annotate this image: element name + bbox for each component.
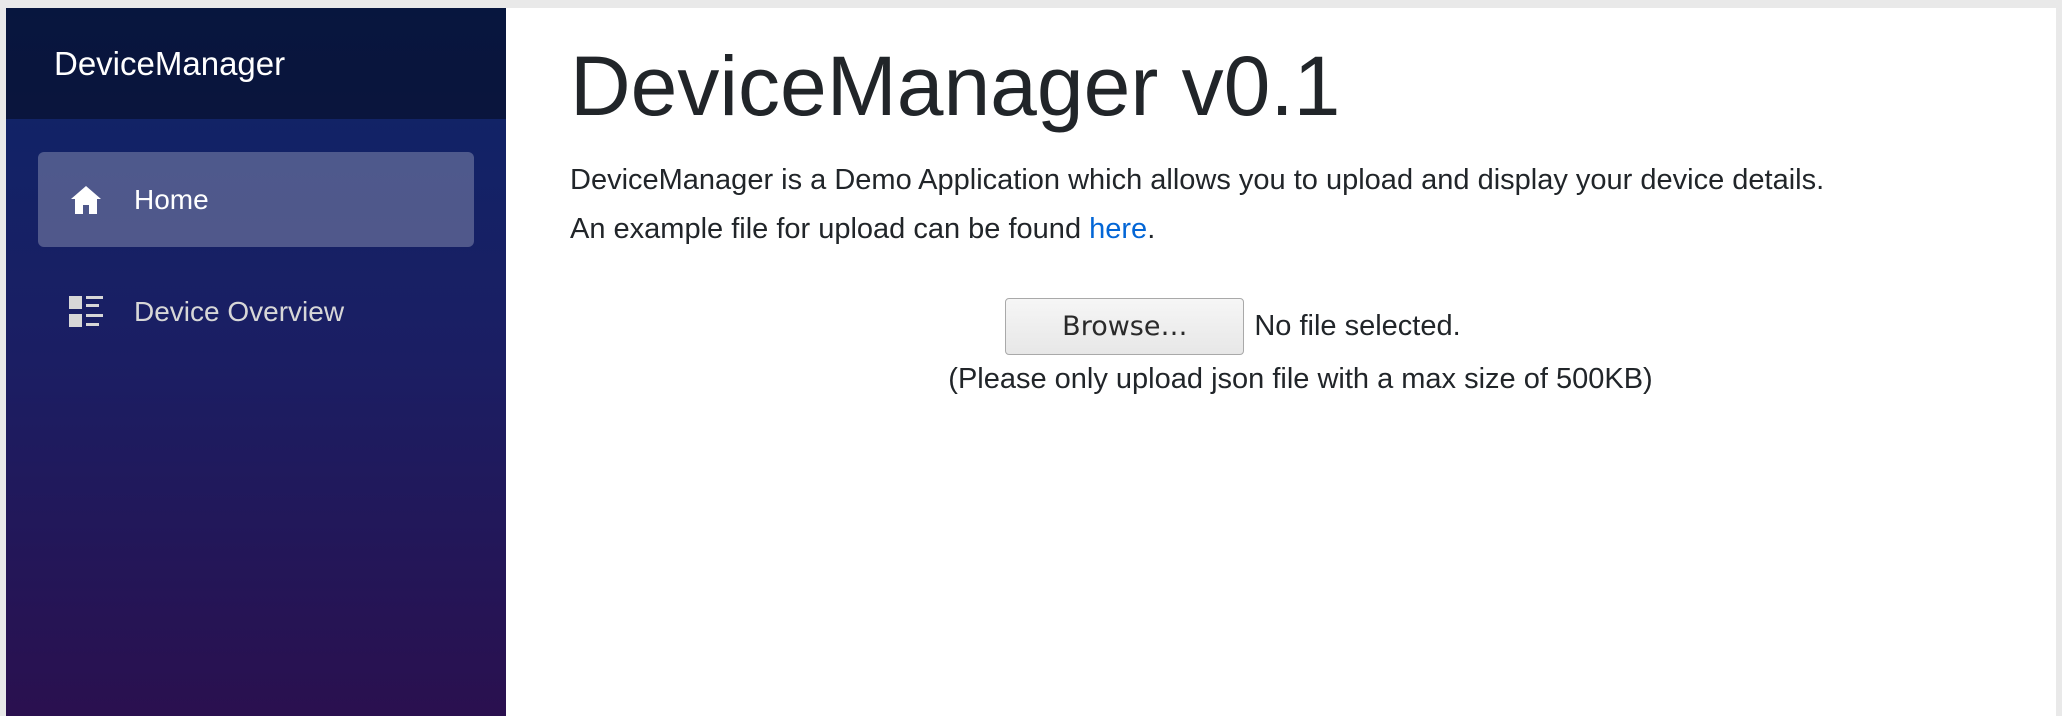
- file-status: No file selected.: [1254, 310, 1461, 342]
- sidebar: DeviceManager Home Device Overview: [6, 8, 506, 716]
- upload-section: Browse… No file selected. (Please only u…: [506, 298, 2056, 396]
- main-content: DeviceManager v0.1 DeviceManager is a De…: [506, 8, 2056, 716]
- sidebar-item-device-overview[interactable]: Device Overview: [38, 264, 474, 359]
- file-input[interactable]: Browse… No file selected.: [1005, 298, 1461, 355]
- description-line-2-suffix: .: [1147, 213, 1156, 246]
- brand-link[interactable]: DeviceManager: [54, 45, 285, 83]
- description-line-1: DeviceManager is a Demo Application whic…: [570, 164, 1825, 197]
- sidebar-item-label: Home: [134, 183, 209, 215]
- sidebar-item-label: Device Overview: [134, 295, 345, 327]
- sidebar-nav: Home Device Overview: [6, 152, 506, 359]
- home-icon: [68, 182, 104, 218]
- sidebar-item-home[interactable]: Home: [38, 152, 474, 247]
- sidebar-header: DeviceManager: [6, 8, 506, 119]
- upload-note: (Please only upload json file with a max…: [948, 363, 1653, 395]
- browse-button[interactable]: Browse…: [1005, 298, 1245, 355]
- example-file-link[interactable]: here: [1089, 213, 1147, 245]
- description-line-2-prefix: An example file for upload can be found: [570, 213, 1090, 246]
- app-window: DeviceManager Home Device Overview Devic…: [6, 8, 2056, 716]
- browser-frame: DeviceManager Home Device Overview Devic…: [0, 0, 2062, 716]
- page-title: DeviceManager v0.1: [570, 39, 1341, 133]
- page-description: DeviceManager is a Demo Application whic…: [570, 156, 2056, 254]
- list-icon: [68, 294, 104, 330]
